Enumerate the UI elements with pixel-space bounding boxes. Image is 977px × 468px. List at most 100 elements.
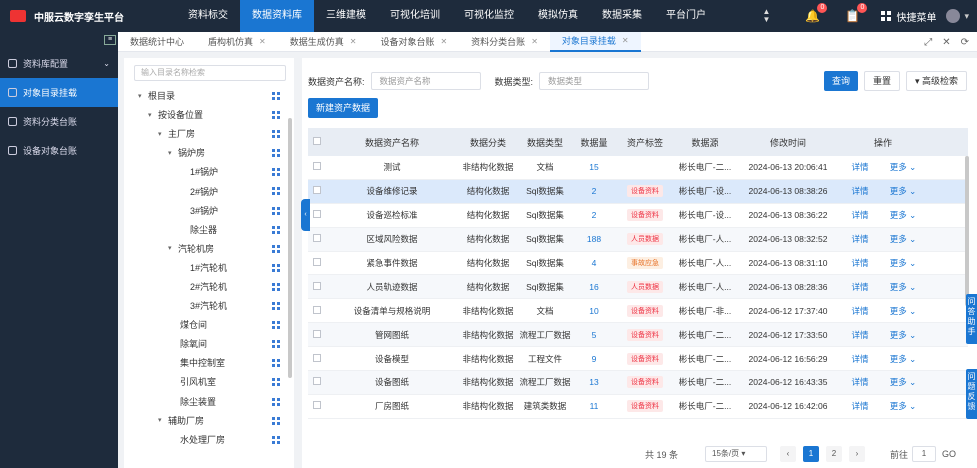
- close-icon[interactable]: ✕: [440, 32, 447, 52]
- reset-button[interactable]: 重置: [864, 71, 901, 91]
- detail-link[interactable]: 详情: [840, 305, 880, 317]
- more-dropdown[interactable]: 更多 ⌄: [880, 329, 926, 341]
- cell-count[interactable]: 9: [572, 354, 616, 364]
- tree-node[interactable]: 1#锅炉: [124, 162, 294, 181]
- caret-down-icon[interactable]: ▾: [168, 149, 178, 157]
- nav-scroll-arrows[interactable]: ▲ ▼: [751, 8, 781, 24]
- page-1-button[interactable]: 1: [803, 446, 819, 462]
- quick-menu-button[interactable]: 快捷菜单: [881, 9, 936, 24]
- grid-icon[interactable]: [272, 244, 280, 253]
- row-checkbox[interactable]: [313, 234, 321, 243]
- more-dropdown[interactable]: 更多 ⌄: [880, 185, 926, 197]
- grid-icon[interactable]: [272, 111, 280, 120]
- row-checkbox[interactable]: [313, 305, 321, 314]
- tree-node[interactable]: 3#汽轮机: [124, 296, 294, 315]
- nav-item[interactable]: 平台门户: [654, 0, 718, 32]
- tree-node[interactable]: ▾ 辅助厂房: [124, 411, 294, 430]
- feedback-tab[interactable]: 问题反馈: [966, 369, 977, 419]
- sidebar-item-directory-mount[interactable]: 对象目录挂载: [0, 78, 118, 107]
- close-all-icon[interactable]: ✕: [942, 37, 950, 48]
- row-checkbox[interactable]: [313, 162, 321, 171]
- grid-icon[interactable]: [272, 397, 280, 406]
- tree-node[interactable]: 除尘装置: [124, 392, 294, 411]
- asset-name-input[interactable]: 数据资产名称: [370, 72, 481, 90]
- nav-item-active[interactable]: 数据资料库: [240, 0, 314, 32]
- tab-directory-mount[interactable]: 对象目录挂载 ✕: [549, 31, 641, 52]
- grid-icon[interactable]: [272, 130, 280, 139]
- caret-down-icon[interactable]: ▾: [168, 244, 178, 252]
- more-dropdown[interactable]: 更多 ⌄: [880, 353, 926, 365]
- tree-node[interactable]: ▾ 根目录: [124, 86, 294, 105]
- row-checkbox[interactable]: [313, 281, 321, 290]
- cell-count[interactable]: 15: [572, 162, 616, 172]
- cell-count[interactable]: 10: [572, 306, 616, 316]
- go-button[interactable]: GO: [942, 449, 956, 459]
- search-button[interactable]: 查询: [824, 71, 859, 91]
- grid-icon[interactable]: [272, 321, 280, 330]
- row-checkbox[interactable]: [313, 353, 321, 362]
- sidebar-item-library-config[interactable]: 资料库配置 ⌄: [0, 49, 118, 78]
- close-icon[interactable]: ✕: [531, 32, 538, 52]
- grid-icon[interactable]: [272, 263, 280, 272]
- table-row[interactable]: 设备清单与规格说明 非结构化数据 文档 10 设备资料 彬长电厂-非... 2024-06-…: [308, 299, 968, 324]
- refresh-icon[interactable]: ⟳: [961, 37, 969, 48]
- tab-category-ledger[interactable]: 资料分类台账 ✕: [459, 32, 550, 52]
- tree-search-input[interactable]: 输入目录名称检索: [134, 65, 286, 81]
- grid-icon[interactable]: [272, 435, 280, 444]
- tree-collapse-handle[interactable]: ‹: [301, 199, 310, 231]
- grid-icon[interactable]: [272, 282, 280, 291]
- cell-count[interactable]: 188: [572, 234, 616, 244]
- tree-node[interactable]: 2#锅炉: [124, 181, 294, 200]
- tree-node[interactable]: 水处理厂房: [124, 430, 294, 449]
- nav-item[interactable]: 三维建模: [314, 0, 378, 32]
- user-menu[interactable]: ▾: [946, 9, 969, 23]
- nav-item[interactable]: 数据采集: [590, 0, 654, 32]
- new-asset-button[interactable]: 新建资产数据: [308, 98, 379, 118]
- tree-node[interactable]: ▾ 汽轮机房: [124, 239, 294, 258]
- nav-item[interactable]: 模拟仿真: [526, 0, 590, 32]
- detail-link[interactable]: 详情: [840, 376, 880, 388]
- nav-item[interactable]: 可视化监控: [452, 0, 526, 32]
- more-dropdown[interactable]: 更多 ⌄: [880, 376, 926, 388]
- tree-node[interactable]: 集中控制室: [124, 353, 294, 372]
- caret-down-icon[interactable]: ▾: [158, 416, 168, 424]
- grid-icon[interactable]: [272, 187, 280, 196]
- detail-link[interactable]: 详情: [840, 329, 880, 341]
- detail-link[interactable]: 详情: [840, 209, 880, 221]
- tree-node[interactable]: ▾ 按设备位置: [124, 105, 294, 124]
- goto-page-input[interactable]: 1: [912, 446, 936, 462]
- nav-item[interactable]: 资料标交: [176, 0, 240, 32]
- detail-link[interactable]: 详情: [840, 233, 880, 245]
- tree-node[interactable]: 1#汽轮机: [124, 258, 294, 277]
- tab-data-gen-sim[interactable]: 数据生成仿真 ✕: [278, 32, 369, 52]
- table-row[interactable]: 测试 非结构化数据 文档 15 彬长电厂-二... 2024-06-13 20:06:41…: [308, 156, 968, 180]
- more-dropdown[interactable]: 更多 ⌄: [880, 257, 926, 269]
- grid-icon[interactable]: [272, 168, 280, 177]
- row-checkbox[interactable]: [313, 210, 321, 219]
- tree-node[interactable]: 除尘器: [124, 220, 294, 239]
- tab-tbm-sim[interactable]: 盾构机仿真 ✕: [196, 32, 278, 52]
- grid-icon[interactable]: [272, 302, 280, 311]
- more-dropdown[interactable]: 更多 ⌄: [880, 281, 926, 293]
- detail-link[interactable]: 详情: [840, 185, 880, 197]
- grid-icon[interactable]: [272, 340, 280, 349]
- caret-down-icon[interactable]: ▾: [158, 130, 168, 138]
- tree-node[interactable]: 2#汽轮机: [124, 277, 294, 296]
- table-row[interactable]: 设备模型 非结构化数据 工程文件 9 设备资料 彬长电厂-二... 2024-06-12 1…: [308, 347, 968, 372]
- chevron-down-icon[interactable]: ▼: [763, 16, 771, 24]
- bell-icon[interactable]: 🔔 0: [801, 3, 828, 26]
- table-row[interactable]: 设备图纸 非结构化数据 流程工厂数据 13 设备资料 彬长电厂-二... 2024-06-1…: [308, 371, 968, 395]
- table-row[interactable]: 区域风险数据 结构化数据 Sql数据集 188 人员数据 彬长电厂-人... 2024-06…: [308, 227, 968, 252]
- tree-node[interactable]: 除氧间: [124, 334, 294, 353]
- sidebar-collapse-button[interactable]: ≡: [104, 35, 116, 45]
- table-scrollbar[interactable]: [965, 156, 969, 306]
- tree-node[interactable]: 3#锅炉: [124, 201, 294, 220]
- select-all-checkbox[interactable]: [313, 137, 321, 145]
- grid-icon[interactable]: [272, 149, 280, 158]
- caret-down-icon[interactable]: ▾: [138, 92, 148, 100]
- cell-count[interactable]: 4: [572, 258, 616, 268]
- data-type-select[interactable]: 数据类型: [539, 72, 650, 90]
- detail-link[interactable]: 详情: [840, 257, 880, 269]
- close-icon[interactable]: ✕: [259, 32, 266, 52]
- more-dropdown[interactable]: 更多 ⌄: [880, 305, 926, 317]
